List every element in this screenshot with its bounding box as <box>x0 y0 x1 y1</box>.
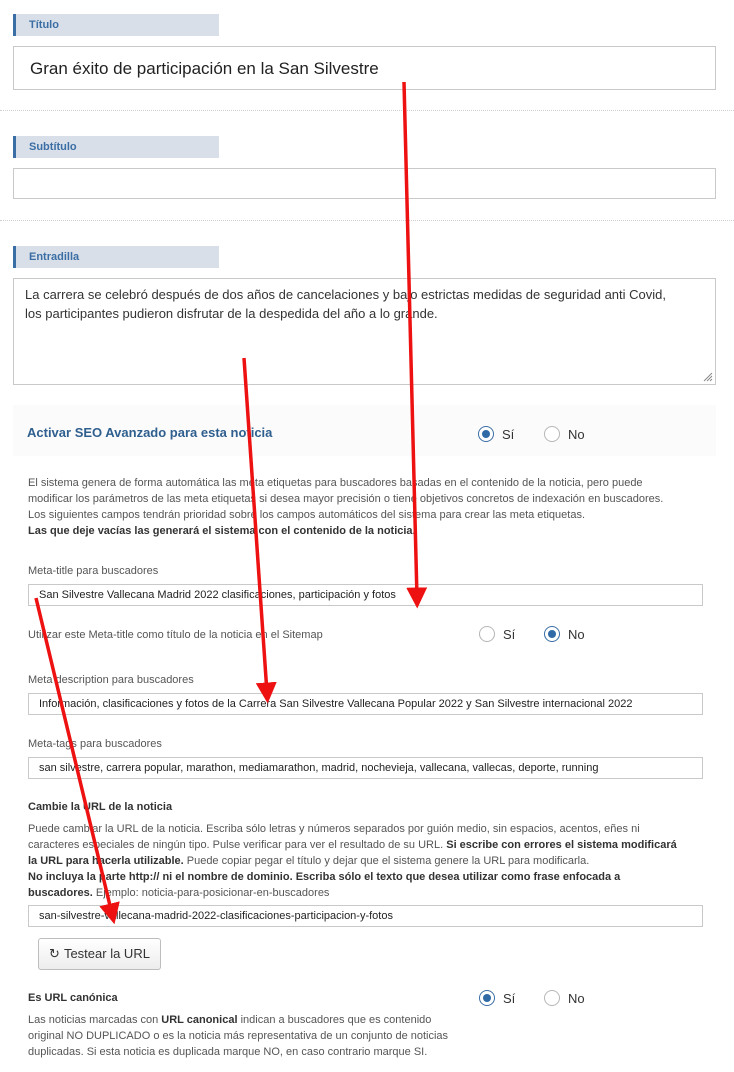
url-help-bold: Si escribe con errores el sistema modifi… <box>446 839 677 851</box>
url-help-bold: la URL para hacerla utilizable. <box>28 855 184 867</box>
titulo-label: Título <box>13 14 219 36</box>
subtitulo-value <box>14 169 715 181</box>
entradilla-label: Entradilla <box>13 246 219 268</box>
meta-description-label: Meta description para buscadores <box>28 674 194 686</box>
seo-intro-line: Los siguientes campos tendrán prioridad … <box>28 509 586 521</box>
url-help-bold: No incluya la parte http:// ni el nombre… <box>28 871 621 883</box>
url-label: Cambie la URL de la noticia <box>28 801 173 813</box>
meta-title-label: Meta-title para buscadores <box>28 565 159 577</box>
meta-tags-label: Meta-tags para buscadores <box>28 738 162 750</box>
canonical-help-line: duplicadas. Si esta noticia es duplicada… <box>28 1046 428 1058</box>
canonical-help: Las noticias marcadas con URL canonical … <box>28 1012 488 1060</box>
test-url-button[interactable]: ↻ Testear la URL <box>38 938 161 970</box>
entradilla-line: los participantes pudieron disfrutar de … <box>25 306 438 321</box>
url-help: Puede cambiar la URL de la noticia. Escr… <box>28 821 728 901</box>
meta-description-input[interactable]: Información, clasificaciones y fotos de … <box>28 693 703 715</box>
url-help-text: Ejemplo: noticia-para-posicionar-en-busc… <box>92 887 330 899</box>
sitemap-radio-no-label: No <box>568 627 585 642</box>
url-help-text: caracteres especiales de ningún tipo. Pu… <box>28 839 447 851</box>
seo-intro-bold-line: Las que deje vacías las generará el sist… <box>28 525 416 537</box>
divider <box>0 110 734 111</box>
url-help-text: Puede copiar pegar el título y dejar que… <box>183 855 590 867</box>
canonical-radio-no[interactable] <box>544 990 560 1006</box>
seo-intro-line: El sistema genera de forma automática la… <box>28 477 643 489</box>
entradilla-textarea[interactable]: La carrera se celebró después de dos año… <box>13 278 716 385</box>
canonical-help-bold: URL canonical <box>161 1014 238 1026</box>
canonical-radio-yes-label: Sí <box>503 991 516 1006</box>
sitemap-radio-no[interactable] <box>544 626 560 642</box>
seo-radio-no[interactable] <box>544 426 560 442</box>
canonical-help-text: indican a buscadores que es contenido <box>237 1014 432 1026</box>
seo-radio-yes-label: Sí <box>502 427 515 442</box>
seo-intro-line: modificar los parámetros de las meta eti… <box>28 493 664 505</box>
canonical-radio-no-label: No <box>568 991 585 1006</box>
canonical-help-line: original NO DUPLICADO o es la noticia má… <box>28 1030 449 1042</box>
titulo-value: Gran éxito de participación en la San Si… <box>30 59 379 78</box>
sitemap-label: Utilizar este Meta-title como título de … <box>28 629 323 641</box>
seo-intro: El sistema genera de forma automática la… <box>28 475 728 539</box>
url-input[interactable]: san-silvestre-vallecana-madrid-2022-clas… <box>28 905 703 927</box>
subtitulo-label: Subtítulo <box>13 136 219 158</box>
test-url-button-label: Testear la URL <box>63 946 150 961</box>
entradilla-line: La carrera se celebró después de dos año… <box>25 287 666 302</box>
sitemap-radio-yes[interactable] <box>479 626 495 642</box>
divider <box>0 220 734 221</box>
seo-radio-no-label: No <box>568 427 585 442</box>
canonical-radio-yes[interactable] <box>479 990 495 1006</box>
entradilla-value: La carrera se celebró después de dos año… <box>14 279 715 329</box>
titulo-input[interactable]: Gran éxito de participación en la San Si… <box>13 46 716 90</box>
refresh-icon: ↻ <box>49 946 60 961</box>
canonical-label: Es URL canónica <box>28 992 118 1004</box>
sitemap-radio-yes-label: Sí <box>503 627 516 642</box>
resize-handle-icon[interactable] <box>703 372 713 382</box>
subtitulo-input[interactable] <box>13 168 716 199</box>
url-help-bold: buscadores. <box>28 887 93 899</box>
seo-radio-yes[interactable] <box>478 426 494 442</box>
meta-title-input[interactable]: San Silvestre Vallecana Madrid 2022 clas… <box>28 584 703 606</box>
url-help-line: Puede cambiar la URL de la noticia. Escr… <box>28 823 640 835</box>
seo-title: Activar SEO Avanzado para esta noticia <box>27 425 273 440</box>
meta-tags-input[interactable]: san silvestre, carrera popular, marathon… <box>28 757 703 779</box>
canonical-help-text: Las noticias marcadas con <box>28 1014 162 1026</box>
